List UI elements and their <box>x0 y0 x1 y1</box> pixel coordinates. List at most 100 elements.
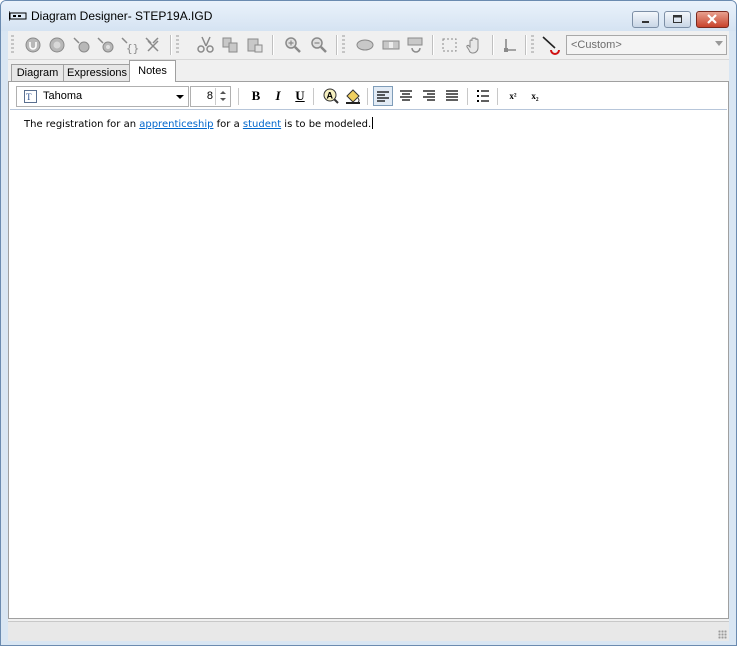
tab-expressions[interactable]: Expressions <box>63 64 131 81</box>
main-toolbar: {} <Custom> <box>8 31 729 60</box>
tab-strip: Diagram Expressions Notes <box>8 60 729 82</box>
toggle-button[interactable] <box>380 35 402 55</box>
text-color-button[interactable]: A <box>321 86 341 106</box>
maximize-button[interactable] <box>664 11 691 28</box>
toolbar-separator <box>492 35 494 55</box>
app-window: Diagram Designer- STEP19A.IGD {} <Custom… <box>0 0 737 646</box>
toolbar-grip[interactable] <box>342 35 345 55</box>
text-color-icon: A <box>323 88 339 104</box>
toolbar-separator <box>272 35 274 55</box>
justify-button[interactable] <box>442 86 462 106</box>
copy-button[interactable] <box>219 35 241 55</box>
apprenticeship-link[interactable]: apprenticeship <box>139 119 213 130</box>
maximize-icon <box>673 15 682 23</box>
paste-button[interactable] <box>244 35 266 55</box>
bold-button[interactable]: B <box>246 86 266 106</box>
brace-icon: {} <box>121 37 139 55</box>
toolbar-separator <box>525 35 527 55</box>
chevron-down-icon <box>176 95 184 99</box>
paint-bucket-icon <box>346 89 360 104</box>
tab-diagram[interactable]: Diagram <box>11 64 64 81</box>
style-combo[interactable]: <Custom> <box>566 35 727 55</box>
note-text-part: is to be modeled. <box>281 119 372 130</box>
undo-button[interactable] <box>22 35 44 55</box>
close-icon <box>707 14 717 24</box>
zoom-out-icon <box>311 37 327 53</box>
align-right-button[interactable] <box>419 86 439 106</box>
chevron-down-icon <box>715 41 723 46</box>
spin-up-icon[interactable] <box>219 91 226 94</box>
cut-icon <box>197 36 214 53</box>
window-title: Diagram Designer- STEP19A.IGD <box>31 9 213 23</box>
anchor-button[interactable] <box>498 35 520 55</box>
select-icon <box>442 38 457 52</box>
font-size-spinner[interactable]: 8 <box>190 86 231 107</box>
spin-down-icon[interactable] <box>219 98 226 101</box>
cut-button[interactable] <box>194 35 216 55</box>
toolbar-separator <box>238 88 239 105</box>
background-color-button[interactable] <box>343 86 363 106</box>
subscript-button[interactable]: x₂ <box>525 86 545 106</box>
redo-icon <box>49 37 65 53</box>
tab-notes[interactable]: Notes <box>129 60 176 82</box>
hand-button[interactable] <box>464 35 486 55</box>
text-caret <box>372 117 374 129</box>
justify-icon <box>446 90 458 101</box>
paste-icon <box>247 38 263 53</box>
font-name-value: Tahoma <box>43 90 83 102</box>
status-bar <box>8 621 729 641</box>
student-link[interactable]: student <box>243 119 281 130</box>
align-center-icon <box>400 90 412 101</box>
bullet-list-icon <box>477 90 489 102</box>
client-area: {} <Custom> Diagram Expressions Notes T … <box>8 31 729 641</box>
node-redo-icon <box>97 37 114 53</box>
title-bar[interactable]: Diagram Designer- STEP19A.IGD <box>1 1 736 31</box>
toolbar-grip[interactable] <box>531 35 534 55</box>
align-center-button[interactable] <box>396 86 416 106</box>
node-redo-button[interactable] <box>94 35 116 55</box>
toolbar-separator <box>313 88 314 105</box>
node-undo-button[interactable] <box>70 35 92 55</box>
svg-text:T: T <box>26 92 32 102</box>
shape-icon <box>356 39 374 51</box>
hand-icon <box>466 37 479 54</box>
link-button[interactable] <box>405 35 427 55</box>
note-text: The registration for an apprenticeship f… <box>24 117 374 130</box>
spin-buttons[interactable] <box>215 88 229 105</box>
pen-button[interactable] <box>540 35 562 55</box>
zoom-in-button[interactable] <box>282 35 304 55</box>
shape-button[interactable] <box>354 35 376 55</box>
toolbar-grip[interactable] <box>176 35 179 55</box>
node-undo-icon <box>73 37 90 53</box>
app-icon <box>9 11 27 21</box>
truetype-font-icon: T <box>24 90 37 103</box>
toggle-icon <box>382 40 400 50</box>
svg-text:A: A <box>327 91 334 101</box>
align-left-button[interactable] <box>373 86 393 106</box>
close-button[interactable] <box>696 11 729 28</box>
toolbar-separator <box>497 88 498 105</box>
bullet-list-button[interactable] <box>473 86 493 106</box>
toolbar-grip[interactable] <box>11 35 14 55</box>
align-left-icon <box>377 91 389 102</box>
toolbar-separator <box>467 88 468 105</box>
svg-text:{}: {} <box>126 42 139 55</box>
font-name-combo[interactable]: T Tahoma <box>16 86 189 107</box>
select-button[interactable] <box>439 35 461 55</box>
toolbar-separator <box>367 88 368 105</box>
link-icon <box>407 37 423 53</box>
underline-button[interactable]: U <box>290 86 310 106</box>
notes-editor[interactable]: The registration for an apprenticeship f… <box>10 109 727 618</box>
brace-button[interactable]: {} <box>118 35 140 55</box>
pen-icon <box>542 36 560 55</box>
redo-button[interactable] <box>46 35 68 55</box>
scissors-button[interactable] <box>142 35 164 55</box>
toolbar-separator <box>170 35 172 55</box>
zoom-out-button[interactable] <box>308 35 330 55</box>
minimize-button[interactable] <box>632 11 659 28</box>
italic-button[interactable]: I <box>268 86 288 106</box>
undo-icon <box>25 37 41 53</box>
resize-grip[interactable] <box>718 630 727 639</box>
superscript-button[interactable]: x² <box>503 86 523 106</box>
note-text-part: for a <box>213 119 243 130</box>
